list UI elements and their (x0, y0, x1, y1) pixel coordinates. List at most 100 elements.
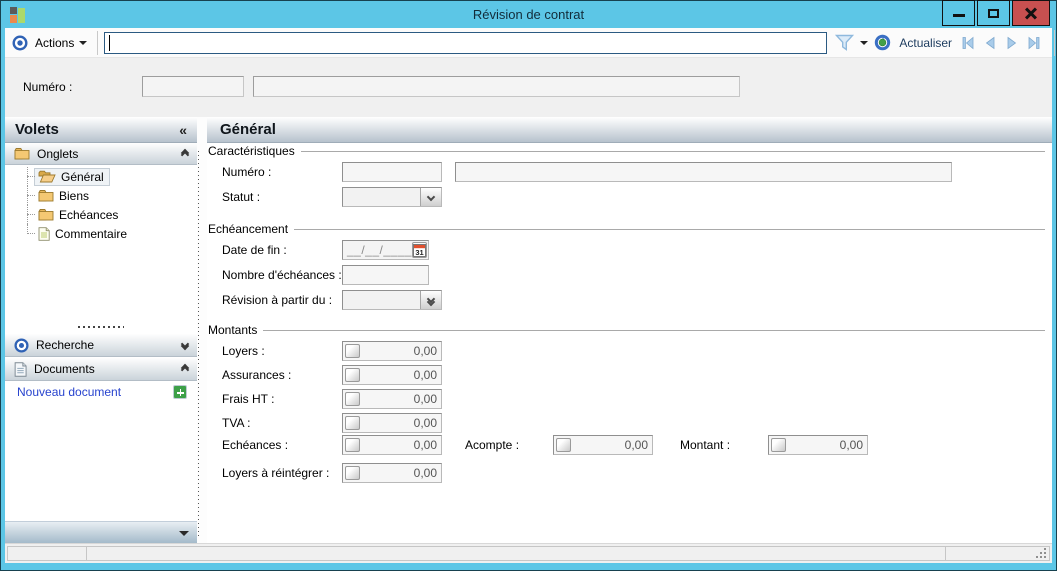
sidebar: Volets « Onglets Général Biens Echéances… (5, 117, 197, 543)
tree-item-echeances[interactable]: Echéances (5, 205, 197, 224)
tabs-tree: Général Biens Echéances Commentaire (5, 165, 197, 243)
toolbar-separator (1054, 29, 1056, 56)
group-divider (263, 329, 1045, 331)
panel-splitter[interactable] (197, 117, 207, 543)
date-fin-field[interactable]: __/__/____ 31 (342, 240, 429, 260)
montant-field[interactable]: 0,00 (768, 435, 868, 455)
calc-button[interactable] (345, 368, 360, 382)
chevron-double-down-icon[interactable] (180, 339, 190, 351)
document-icon (38, 226, 50, 241)
chevron-down-icon[interactable] (420, 188, 441, 206)
statut-label: Statut : (222, 190, 261, 204)
numero-field-2[interactable] (455, 162, 952, 182)
main-panel: Général Caractéristiques Numéro : Statut… (207, 117, 1052, 543)
numero-field-1[interactable] (342, 162, 442, 182)
group-echeancement: Echéancement Date de fin : __/__/____ 31 (207, 221, 1045, 310)
group-divider (300, 150, 1045, 152)
amount-value: 0,00 (413, 416, 437, 430)
tree-item-biens[interactable]: Biens (5, 186, 197, 205)
calc-button[interactable] (345, 466, 360, 480)
numero-input-1[interactable] (142, 76, 244, 97)
new-document-row: Nouveau document (5, 381, 197, 403)
minimize-button[interactable] (942, 0, 975, 26)
tree-item-label: Biens (59, 188, 90, 203)
group-montants: Montants Loyers : 0,00 Assurances: 0,00… (207, 322, 1045, 483)
titlebar: Révision de contrat (1, 0, 1056, 28)
actions-button[interactable]: Actions (35, 35, 88, 50)
maximize-button[interactable] (977, 0, 1010, 26)
loyers-field[interactable]: 0,00 (342, 341, 442, 361)
sidebar-footer[interactable] (5, 521, 197, 543)
window: Révision de contrat Actions Actualiser N… (0, 0, 1057, 571)
resize-grip-icon[interactable] (1034, 546, 1046, 558)
assurances-field[interactable]: 0,00 (342, 365, 442, 385)
app-area: Actions Actualiser Numéro: Volets « Ong… (5, 28, 1056, 563)
close-button[interactable] (1012, 0, 1050, 26)
status-cell (87, 546, 946, 561)
calc-button[interactable] (345, 392, 360, 406)
section-label: Documents (34, 362, 95, 376)
numero-input-2[interactable] (253, 76, 740, 97)
tva-field[interactable]: 0,00 (342, 413, 442, 433)
nav-next-icon[interactable] (1004, 35, 1020, 51)
nav-prev-icon[interactable] (982, 35, 998, 51)
folder-icon (14, 147, 30, 160)
add-document-icon[interactable] (173, 385, 187, 399)
collapse-sidebar-icon[interactable]: « (179, 122, 187, 138)
echeances-field[interactable]: 0,00 (342, 435, 442, 455)
numero-label: Numéro : (222, 165, 272, 179)
record-header: Numéro : (5, 58, 1052, 117)
tree-item-label: Commentaire (55, 226, 128, 241)
folder-icon (38, 189, 54, 202)
tree-item-label: Général (61, 169, 104, 184)
actions-label: Actions (35, 35, 75, 50)
text-cursor (109, 34, 111, 51)
status-bar (5, 543, 1052, 563)
tree-item-commentaire[interactable]: Commentaire (5, 224, 197, 243)
calc-button[interactable] (771, 438, 786, 452)
selected-tree-node[interactable]: Général (34, 167, 110, 186)
calc-button[interactable] (345, 344, 360, 358)
nav-first-icon[interactable] (960, 35, 976, 51)
search-input[interactable] (104, 31, 828, 54)
date-mask: __/__/____ (347, 243, 413, 257)
amount-value: 0,00 (413, 466, 437, 480)
new-document-link[interactable]: Nouveau document (17, 385, 121, 399)
calendar-picker-button[interactable]: 31 (412, 242, 428, 258)
frais-ht-label: Frais HT : (222, 392, 275, 406)
window-frame: Actions Actualiser Numéro: Volets « Ong… (1, 28, 1056, 570)
toolbar: Actions Actualiser (5, 28, 1056, 58)
status-cell (946, 546, 1050, 561)
window-controls (942, 0, 1050, 26)
frais-ht-field[interactable]: 0,00 (342, 389, 442, 409)
calendar-icon: 31 (413, 243, 427, 257)
nb-echeances-field[interactable] (342, 265, 429, 285)
sidebar-section-onglets[interactable]: Onglets (5, 143, 197, 165)
amount-value: 0,00 (624, 438, 648, 452)
refresh-icon[interactable] (874, 34, 891, 51)
filter-icon[interactable] (835, 34, 855, 51)
tree-item-general[interactable]: Général (5, 167, 197, 186)
calc-button[interactable] (556, 438, 571, 452)
nav-last-icon[interactable] (1026, 35, 1042, 51)
chevron-double-up-icon[interactable] (180, 148, 190, 159)
chevron-double-up-icon[interactable] (180, 363, 190, 375)
sidebar-section-recherche[interactable]: Recherche (5, 333, 197, 357)
chevron-double-down-icon[interactable] (420, 291, 441, 309)
calc-button[interactable] (345, 438, 360, 452)
sidebar-section-documents[interactable]: Documents (5, 357, 197, 381)
toolbar-right: Actualiser (835, 29, 1056, 56)
sidebar-splitter[interactable] (5, 321, 197, 333)
revision-select[interactable] (342, 290, 442, 310)
statut-select[interactable] (342, 187, 442, 207)
tva-label: TVA : (222, 416, 251, 430)
filter-dropdown-icon[interactable] (860, 40, 869, 45)
chevron-down-icon (79, 40, 88, 45)
tree-item-label: Echéances (59, 207, 119, 222)
loyers-reintegrer-field[interactable]: 0,00 (342, 463, 442, 483)
loyers-reintegrer-label: Loyers à réintégrer : (222, 466, 330, 480)
refresh-label[interactable]: Actualiser (899, 36, 952, 50)
acompte-field[interactable]: 0,00 (553, 435, 653, 455)
calc-button[interactable] (345, 416, 360, 430)
